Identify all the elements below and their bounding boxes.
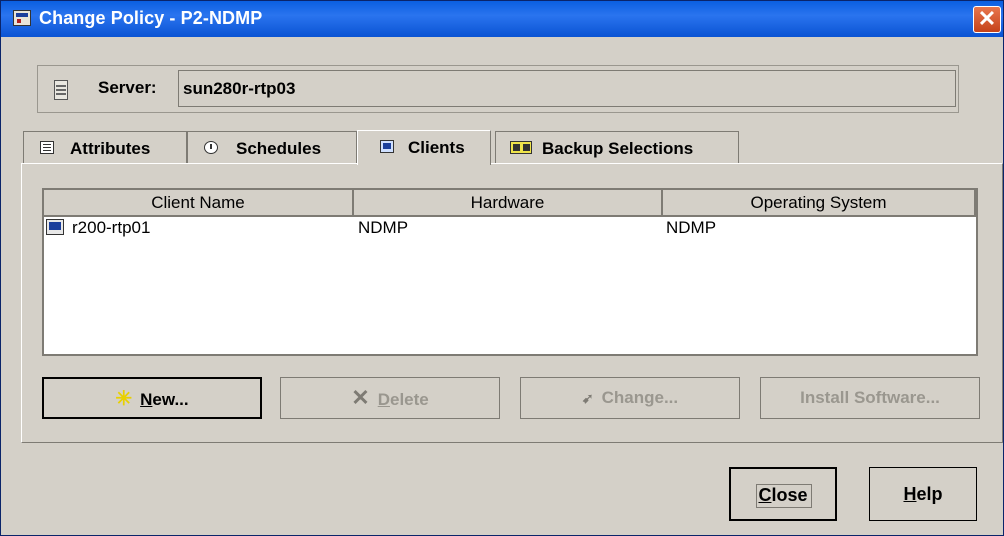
tab-schedules[interactable]: Schedules (187, 131, 357, 163)
computer-icon (46, 219, 64, 235)
title-bar[interactable]: Change Policy - P2-NDMP ✕ (1, 1, 1003, 37)
table-header: Client Name Hardware Operating System (44, 190, 976, 217)
tab-label: Clients (408, 138, 465, 157)
change-icon: ➹ (581, 390, 594, 406)
window-title: Change Policy - P2-NDMP (39, 8, 263, 28)
cell-hardware: NDMP (358, 218, 409, 237)
delete-icon: ✕ (351, 385, 370, 410)
new-label-rest: ew... (152, 390, 189, 409)
server-row: Server: sun280r-rtp03 (37, 65, 959, 113)
help-label-rest: elp (916, 484, 943, 504)
backup-selections-icon (510, 141, 532, 154)
server-field: sun280r-rtp03 (178, 70, 956, 107)
server-icon (54, 80, 68, 100)
help-mnemonic: H (903, 484, 917, 504)
cell-operating-system: NDMP (666, 218, 717, 237)
tab-attributes[interactable]: Attributes (23, 131, 187, 163)
clients-icon (380, 140, 394, 153)
close-button[interactable]: Close (729, 467, 837, 521)
tab-backup-selections[interactable]: Backup Selections (495, 131, 739, 163)
clients-panel: Client Name Hardware Operating System r2… (21, 163, 1003, 443)
help-button[interactable]: Help (869, 467, 977, 521)
change-button[interactable]: ➹ Change... (520, 377, 740, 419)
table-row[interactable]: r200-rtp01 NDMP NDMP (44, 217, 976, 241)
delete-mnemonic: D (377, 390, 390, 409)
table-body: r200-rtp01 NDMP NDMP (44, 217, 976, 241)
new-button[interactable]: ✳ New... (42, 377, 262, 419)
delete-label-rest: elete (389, 390, 429, 409)
clients-table[interactable]: Client Name Hardware Operating System r2… (42, 188, 978, 356)
tab-label: Schedules (236, 139, 322, 158)
change-policy-dialog: Change Policy - P2-NDMP ✕ Server: sun280… (0, 0, 1004, 536)
focus-ring (756, 484, 812, 508)
install-software-label: Install Software... (800, 388, 940, 407)
close-icon: ✕ (977, 6, 997, 31)
install-software-button[interactable]: Install Software... (760, 377, 980, 419)
column-header-client-name[interactable]: Client Name (44, 190, 354, 217)
cell-client-name: r200-rtp01 (72, 218, 151, 237)
schedules-icon (204, 141, 218, 154)
column-header-hardware[interactable]: Hardware (354, 190, 663, 217)
app-icon (13, 10, 31, 26)
change-label: Change... (601, 388, 679, 407)
tab-label: Attributes (70, 139, 151, 158)
new-mnemonic: N (140, 390, 153, 409)
new-icon: ✳ (115, 388, 133, 410)
close-window-button[interactable]: ✕ (973, 6, 1001, 33)
tab-clients[interactable]: Clients (357, 130, 491, 165)
column-header-operating-system[interactable]: Operating System (663, 190, 976, 217)
attributes-icon (40, 141, 54, 154)
server-label: Server: (98, 78, 157, 97)
tab-label: Backup Selections (542, 139, 694, 158)
delete-button[interactable]: ✕ Delete (280, 377, 500, 419)
